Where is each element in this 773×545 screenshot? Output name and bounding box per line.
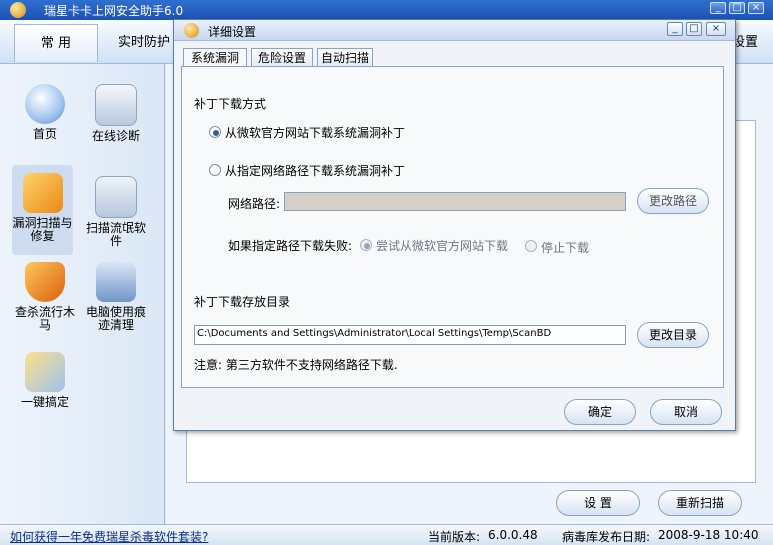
settings-button[interactable]: 设 置 bbox=[556, 490, 640, 516]
nav-online-diagnosis-label: 在线诊断 bbox=[91, 129, 140, 143]
nav-trojan-scan-label: 查杀流行木马 bbox=[14, 305, 75, 332]
dialog-note: 注意: 第三方软件不支持网络路径下载. bbox=[194, 358, 398, 372]
tab-system-vulnerability[interactable]: 系统漏洞 bbox=[183, 48, 247, 67]
nav-online-diagnosis[interactable]: 在线诊断 bbox=[84, 84, 148, 143]
nav-vulnerability-scan[interactable]: 漏洞扫描与修复 bbox=[12, 165, 73, 255]
network-path-label: 网络路径: bbox=[228, 197, 281, 211]
minimize-button[interactable]: _ bbox=[710, 2, 726, 14]
virus-db-date-value: 2008-9-18 10:40 bbox=[658, 528, 759, 542]
rogue-software-icon bbox=[95, 176, 137, 218]
tab-realtime-protection[interactable]: 实时防护 bbox=[104, 24, 184, 62]
option-download-official-label[interactable]: 从微软官方网站下载系统漏洞补丁 bbox=[225, 124, 405, 141]
trojan-icon bbox=[25, 262, 65, 302]
tab-common[interactable]: 常 用 bbox=[14, 24, 98, 62]
option-retry-official-label[interactable]: 尝试从微软官方网站下载 bbox=[376, 237, 508, 254]
ok-button[interactable]: 确定 bbox=[564, 399, 636, 425]
nav-rogue-software-label: 扫描流氓软件 bbox=[85, 221, 146, 248]
home-icon bbox=[25, 84, 65, 124]
dialog-minimize-button[interactable]: _ bbox=[667, 22, 683, 36]
tab-network-settings[interactable]: 网络设置 bbox=[736, 24, 773, 62]
nav-one-click[interactable]: 一键搞定 bbox=[12, 352, 78, 409]
vulnerability-scan-icon bbox=[22, 173, 63, 213]
nav-one-click-label: 一键搞定 bbox=[20, 395, 69, 409]
tab-network-settings-label: 网络设置 bbox=[736, 35, 759, 50]
option-stop-download-label[interactable]: 停止下载 bbox=[541, 239, 589, 256]
app-logo-icon bbox=[10, 2, 26, 18]
option-download-custom-path-label[interactable]: 从指定网络路径下载系统漏洞补丁 bbox=[225, 162, 405, 179]
change-path-button[interactable]: 更改路径 bbox=[637, 188, 709, 214]
nav-rogue-software[interactable]: 扫描流氓软件 bbox=[84, 176, 148, 248]
save-dir-heading: 补丁下载存放目录 bbox=[194, 295, 291, 309]
maximize-button[interactable]: □ bbox=[729, 2, 745, 14]
nav-trojan-scan[interactable]: 查杀流行木马 bbox=[12, 262, 78, 332]
download-method-heading: 补丁下载方式 bbox=[194, 97, 267, 111]
dialog-title: 详细设置 bbox=[208, 25, 257, 39]
radio-download-custom-path[interactable] bbox=[209, 164, 221, 176]
dialog-logo-icon bbox=[184, 23, 199, 38]
radio-download-official[interactable] bbox=[209, 126, 221, 138]
radio-stop-download[interactable] bbox=[525, 240, 537, 252]
nav-vulnerability-scan-label: 漏洞扫描与修复 bbox=[12, 216, 73, 243]
tab-auto-scan[interactable]: 自动扫描 bbox=[317, 48, 373, 66]
virus-db-date-label: 病毒库发布日期: bbox=[562, 530, 651, 544]
network-path-input[interactable] bbox=[284, 192, 626, 211]
close-button[interactable]: × bbox=[748, 2, 764, 14]
cleanup-icon bbox=[96, 262, 136, 302]
tab-risk-settings[interactable]: 危险设置 bbox=[251, 48, 313, 66]
app-title: 瑞星卡卡上网安全助手6.0 bbox=[44, 4, 184, 18]
version-value: 6.0.0.48 bbox=[488, 528, 538, 542]
nav-home-label: 首页 bbox=[32, 127, 57, 141]
promo-link[interactable]: 如何获得一年免费瑞星杀毒软件套装? bbox=[10, 528, 208, 545]
nav-home[interactable]: 首页 bbox=[12, 84, 78, 141]
nav-trace-cleanup-label: 电脑使用痕迹清理 bbox=[85, 305, 146, 332]
cancel-button[interactable]: 取消 bbox=[650, 399, 722, 425]
version-label: 当前版本: bbox=[428, 530, 481, 544]
save-dir-input[interactable]: C:\Documents and Settings\Administrator\… bbox=[194, 325, 626, 345]
diagnosis-icon bbox=[95, 84, 137, 126]
one-click-icon bbox=[25, 352, 65, 392]
on-failure-label: 如果指定路径下载失败: bbox=[228, 239, 353, 253]
rescan-button[interactable]: 重新扫描 bbox=[658, 490, 742, 516]
change-dir-button[interactable]: 更改目录 bbox=[637, 322, 709, 348]
dialog-title-bar[interactable] bbox=[174, 20, 735, 41]
dialog-maximize-button[interactable]: □ bbox=[686, 22, 702, 36]
nav-trace-cleanup[interactable]: 电脑使用痕迹清理 bbox=[84, 262, 148, 332]
radio-retry-official[interactable] bbox=[360, 239, 372, 251]
dialog-close-button[interactable]: × bbox=[706, 22, 726, 36]
